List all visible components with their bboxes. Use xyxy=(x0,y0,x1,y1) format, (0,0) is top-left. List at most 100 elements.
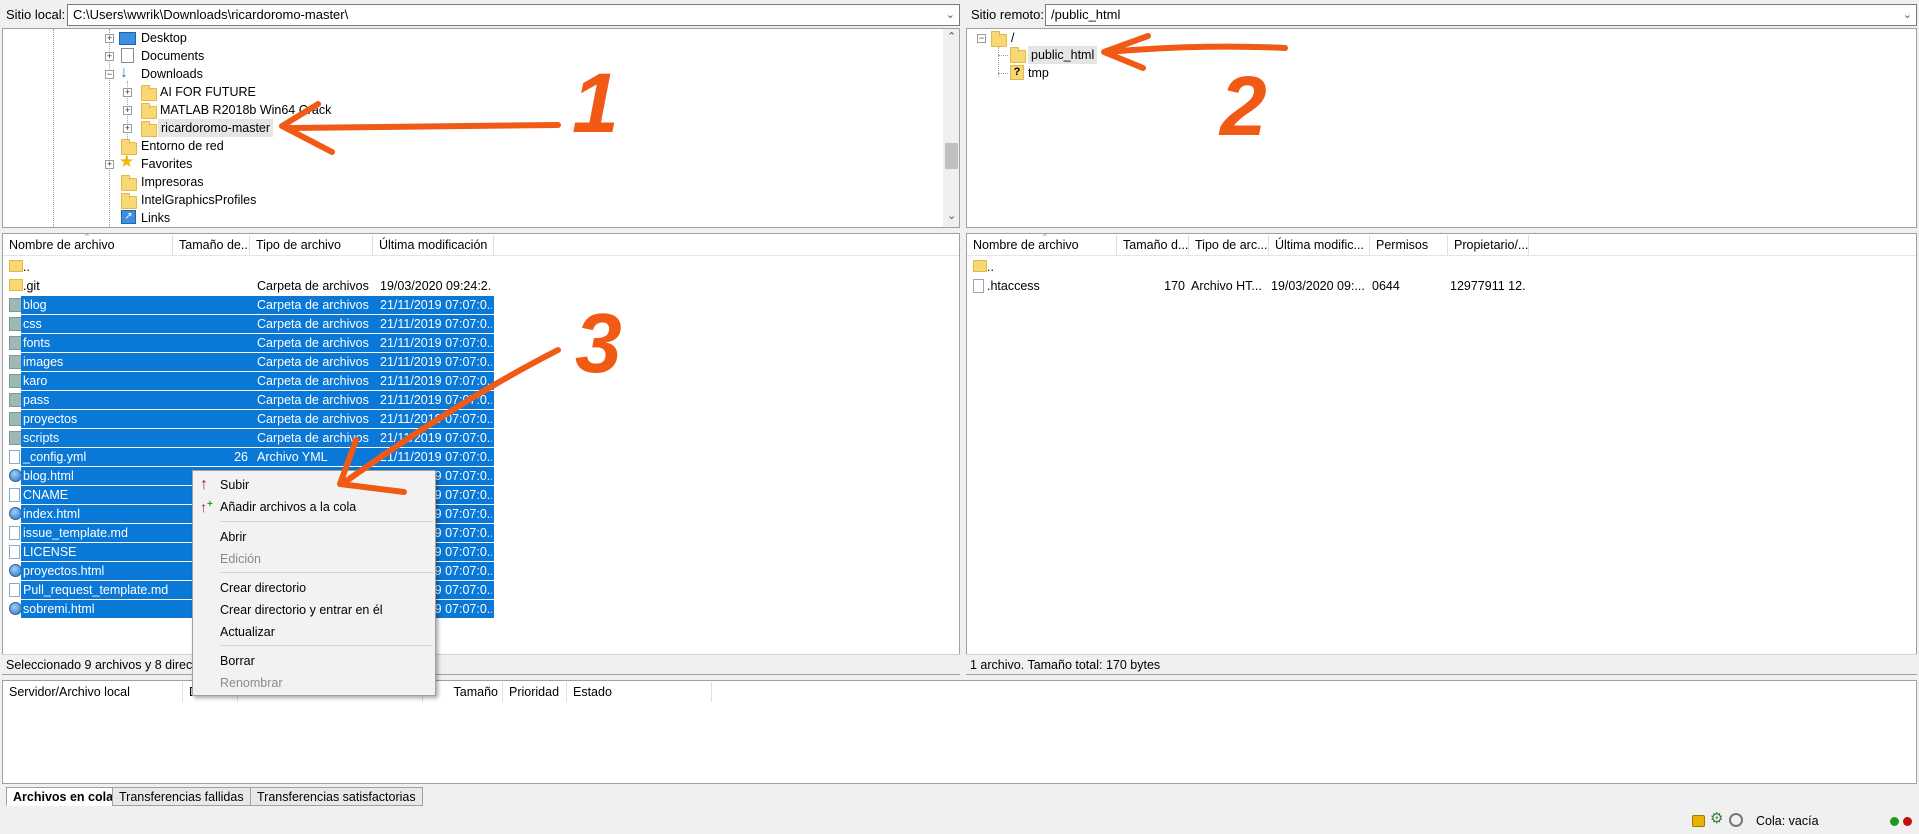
tree-item-links[interactable]: Links xyxy=(141,209,170,227)
column-header-name[interactable]: Nombre de archivo xyxy=(967,235,1117,255)
menu-separator xyxy=(220,521,433,522)
tree-item-tmp[interactable]: tmp xyxy=(1028,64,1049,82)
tree-item-entorno-de-red[interactable]: Entorno de red xyxy=(141,137,224,155)
table-row[interactable]: _config.yml 26 Archivo YML 21/11/2019 07:07… xyxy=(3,448,959,466)
file-icon xyxy=(9,488,20,502)
column-header-owner[interactable]: Propietario/... xyxy=(1448,235,1529,255)
table-row[interactable]: blog.html 21/11/2019 07:07:0... xyxy=(3,467,959,485)
collapse-icon[interactable]: − xyxy=(105,70,114,79)
menu-item-label: Subir xyxy=(220,478,250,492)
cell-name: karo xyxy=(23,374,48,388)
chevron-down-icon[interactable]: ⌄ xyxy=(1903,5,1912,25)
cell-type: Carpeta de archivos xyxy=(257,317,369,331)
tree-item-documents[interactable]: Documents xyxy=(141,47,204,65)
column-header-modified[interactable]: Última modificación xyxy=(373,235,494,255)
local-file-list-header: Nombre de archivo ^ Tamaño de... Tipo de… xyxy=(3,234,959,256)
table-row[interactable]: sobremi.html 21/11/2019 07:07:0... xyxy=(3,600,959,618)
expand-icon[interactable]: + xyxy=(123,106,132,115)
expand-icon[interactable]: + xyxy=(105,34,114,43)
menu-item-refresh[interactable]: Actualizar xyxy=(193,622,435,642)
column-header-size[interactable]: Tamaño de... xyxy=(173,235,250,255)
tree-item-downloads[interactable]: Downloads xyxy=(141,65,203,83)
table-row[interactable]: .git Carpeta de archivos 19/03/2020 09:24:… xyxy=(3,277,959,295)
tree-item-ai-for-future[interactable]: AI FOR FUTURE xyxy=(160,83,256,101)
table-row[interactable]: index.html 21/11/2019 07:07:0... xyxy=(3,505,959,523)
queue-column-priority[interactable]: Prioridad xyxy=(503,682,567,702)
local-tree-panel[interactable]: + Desktop + Documents − ↓ Downloads + AI… xyxy=(2,28,960,228)
folder-icon xyxy=(991,31,1007,47)
expand-icon[interactable]: + xyxy=(105,52,114,61)
table-row[interactable]: proyectos.html 21/11/2019 07:07:0... xyxy=(3,562,959,580)
tree-item-favorites[interactable]: Favorites xyxy=(141,155,192,173)
cell-type: Carpeta de archivos xyxy=(257,412,369,426)
expand-icon[interactable]: + xyxy=(123,124,132,133)
table-row[interactable]: blog Carpeta de archivos 21/11/2019 07:07:… xyxy=(3,296,959,314)
tree-item-impresoras[interactable]: Impresoras xyxy=(141,173,204,191)
menu-item-delete[interactable]: Borrar xyxy=(193,651,435,671)
menu-item-create-directory-enter[interactable]: Crear directorio y entrar en él xyxy=(193,600,435,620)
tab-queued-files[interactable]: Archivos en cola xyxy=(6,787,121,806)
cell-name: _config.yml xyxy=(23,450,87,464)
cell-name: issue_template.md xyxy=(23,526,128,540)
column-header-size[interactable]: Tamaño d... xyxy=(1117,235,1189,255)
table-row[interactable]: fonts Carpeta de archivos 21/11/2019 07:07… xyxy=(3,334,959,352)
activity-led-green xyxy=(1890,817,1899,826)
menu-item-upload[interactable]: ↑ Subir xyxy=(193,475,435,495)
expand-icon[interactable]: + xyxy=(105,160,114,169)
table-row[interactable]: .. xyxy=(967,258,1916,276)
cell-type: Carpeta de archivos xyxy=(257,431,369,445)
star-icon: ★ xyxy=(119,152,135,171)
column-header-permissions[interactable]: Permisos xyxy=(1370,235,1448,255)
gear-icon: ⚙ xyxy=(1710,810,1724,827)
table-row[interactable]: pass Carpeta de archivos 21/11/2019 07:07:… xyxy=(3,391,959,409)
table-row[interactable]: css Carpeta de archivos 21/11/2019 07:07:0… xyxy=(3,315,959,333)
speed-limit-icon[interactable] xyxy=(1729,813,1743,827)
tree-item-intelgraphicsprofiles[interactable]: IntelGraphicsProfiles xyxy=(141,191,256,209)
cell-name: blog xyxy=(23,298,47,312)
chevron-up-icon[interactable]: ⌃ xyxy=(947,30,956,43)
menu-item-create-directory[interactable]: Crear directorio xyxy=(193,578,435,598)
table-row[interactable]: issue_template.md 21/11/2019 07:07:0... xyxy=(3,524,959,542)
add-queue-icon: ↑+ xyxy=(200,499,213,515)
table-row[interactable]: scripts Carpeta de archivos 21/11/2019 07:… xyxy=(3,429,959,447)
expand-icon[interactable]: + xyxy=(123,88,132,97)
menu-item-add-to-queue[interactable]: ↑+ Añadir archivos a la cola xyxy=(193,497,435,517)
tree-item-public-html[interactable]: public_html xyxy=(1028,46,1098,64)
queue-column-status[interactable]: Estado xyxy=(567,682,712,702)
menu-item-edit: Edición xyxy=(220,552,261,566)
tree-item-desktop[interactable]: Desktop xyxy=(141,29,187,47)
remote-site-path-input[interactable]: /public_html ⌄ xyxy=(1045,4,1917,26)
tree-item-root[interactable]: / xyxy=(1011,29,1014,47)
chevron-down-icon[interactable]: ⌄ xyxy=(946,5,955,25)
tree-guide-line xyxy=(998,73,1008,74)
table-row[interactable]: images Carpeta de archivos 21/11/2019 07:0… xyxy=(3,353,959,371)
cell-size: 26 xyxy=(234,450,248,464)
tree-item-ricardoromo-master[interactable]: ricardoromo-master xyxy=(158,119,274,137)
lock-icon xyxy=(1692,815,1705,827)
column-header-type[interactable]: Tipo de archivo xyxy=(250,235,373,255)
cell-name: .. xyxy=(987,260,994,274)
column-header-modified[interactable]: Última modific... xyxy=(1269,235,1370,255)
collapse-icon[interactable]: − xyxy=(977,34,986,43)
menu-item-open[interactable]: Abrir xyxy=(193,527,435,547)
tab-successful-transfers[interactable]: Transferencias satisfactorias xyxy=(250,787,423,806)
column-header-type[interactable]: Tipo de arc... xyxy=(1189,235,1269,255)
local-site-path-input[interactable]: C:\Users\wwrik\Downloads\ricardoromo-mas… xyxy=(67,4,960,26)
remote-file-list-header: Nombre de archivo ^ Tamaño d... Tipo de … xyxy=(967,234,1916,256)
table-row[interactable]: CNAME 21/11/2019 07:07:0... xyxy=(3,486,959,504)
tab-failed-transfers[interactable]: Transferencias fallidas xyxy=(112,787,251,806)
chevron-down-icon[interactable]: ⌄ xyxy=(947,209,956,222)
table-row[interactable]: karo Carpeta de archivos 21/11/2019 07:07:… xyxy=(3,372,959,390)
scrollbar-thumb[interactable] xyxy=(945,143,958,169)
remote-tree-panel[interactable]: − / public_html ? tmp xyxy=(966,28,1917,228)
tree-item-matlab[interactable]: MATLAB R2018b Win64 Crack xyxy=(160,101,331,119)
table-row[interactable]: proyectos Carpeta de archivos 21/11/2019 0… xyxy=(3,410,959,428)
table-row[interactable]: .. xyxy=(3,258,959,276)
local-tree-scrollbar[interactable]: ⌃ ⌄ xyxy=(943,29,959,227)
local-file-list[interactable]: Nombre de archivo ^ Tamaño de... Tipo de… xyxy=(2,233,960,675)
table-row[interactable]: .htaccess 170 Archivo HT... 19/03/2020 09:.… xyxy=(967,277,1916,295)
table-row[interactable]: LICENSE 21/11/2019 07:07:0... xyxy=(3,543,959,561)
queue-column-server-file[interactable]: Servidor/Archivo local xyxy=(3,682,183,702)
table-row[interactable]: Pull_request_template.md 21/11/2019 07:07… xyxy=(3,581,959,599)
remote-file-list[interactable]: Nombre de archivo ^ Tamaño d... Tipo de … xyxy=(966,233,1917,675)
